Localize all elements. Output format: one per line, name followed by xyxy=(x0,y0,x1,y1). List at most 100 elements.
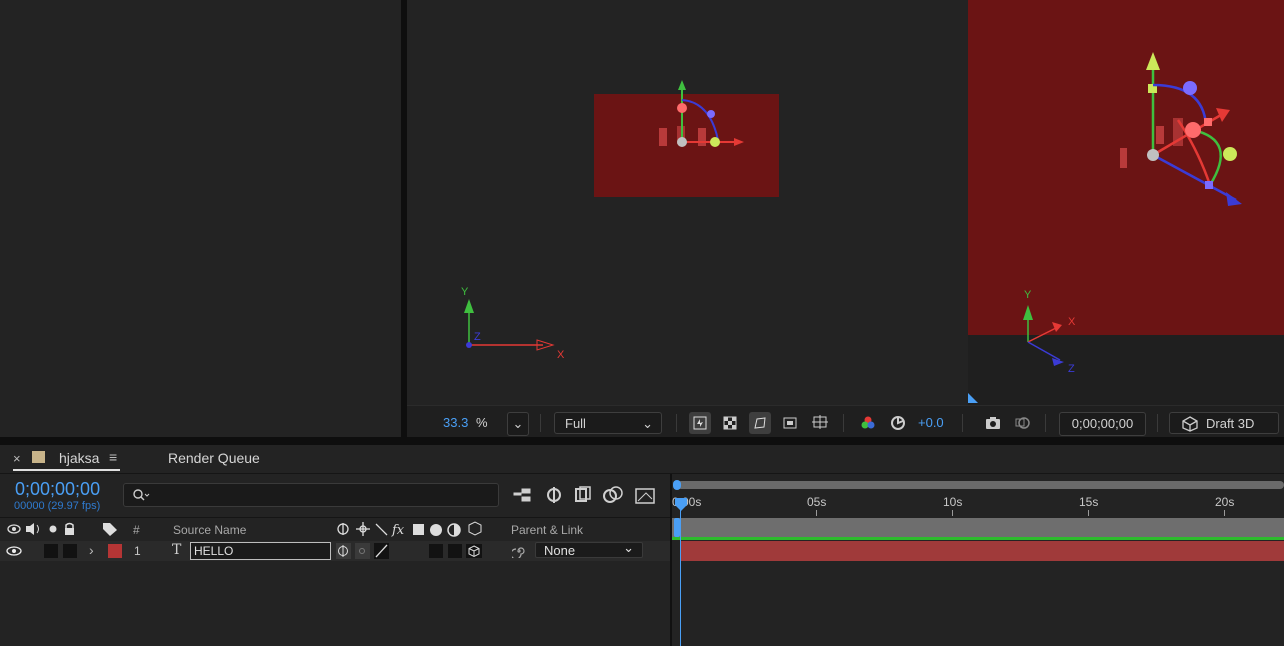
axis-z-label: Z xyxy=(474,331,481,343)
cache-indicator xyxy=(672,537,1284,540)
parent-dropdown[interactable]: None ⌄ xyxy=(535,540,643,558)
toolbar-separator xyxy=(962,414,963,432)
time-navigator[interactable] xyxy=(677,481,1284,489)
layer-row[interactable]: › 1 T HELLO None ⌄ xyxy=(0,540,670,561)
zoom-value[interactable]: 33.3 xyxy=(443,412,468,434)
transform-gizmo[interactable] xyxy=(650,78,750,158)
chevron-down-icon: ⌄ xyxy=(642,416,653,431)
resolution-dropdown[interactable]: Full ⌄ xyxy=(554,412,662,434)
time-ruler[interactable]: 0:00s 05s 10s 15s 20s xyxy=(672,491,1284,517)
search-icon xyxy=(133,489,150,501)
renderer-label: Draft 3D xyxy=(1206,416,1255,431)
ruler-tick xyxy=(1224,510,1225,516)
ruler-label: 10s xyxy=(943,495,963,509)
close-tab-icon[interactable]: × xyxy=(13,451,21,466)
av-switch-icons xyxy=(7,522,74,535)
column-source-name[interactable]: Source Name xyxy=(173,523,246,537)
chevron-down-icon: ⌄ xyxy=(623,540,634,555)
label-tag-icon xyxy=(103,523,117,536)
composition-icon xyxy=(32,451,45,463)
zoom-unit: % xyxy=(476,415,488,430)
composition-viewer-secondary[interactable]: Y X Z xyxy=(968,0,1284,405)
lock-switch[interactable] xyxy=(63,544,77,558)
transform-gizmo-closeup: Y X Z xyxy=(968,52,1242,403)
viewer-toolbar: 33.3 % ⌄ Full ⌄ +0.0 0;00;00;00 Draft 3D xyxy=(407,405,1284,438)
renderer-button[interactable]: Draft 3D xyxy=(1169,412,1279,434)
ruler-tick xyxy=(816,510,817,516)
pick-whip-icon[interactable] xyxy=(512,544,526,558)
solo-switch[interactable] xyxy=(44,544,58,558)
column-parent-link[interactable]: Parent & Link xyxy=(511,523,583,537)
resolution-label: Full xyxy=(565,416,586,431)
panel-divider-horizontal[interactable] xyxy=(0,437,1284,445)
region-of-interest-button[interactable] xyxy=(779,412,801,434)
column-number-header: # xyxy=(133,523,140,537)
layer-switches[interactable] xyxy=(336,543,392,559)
timeline-panel: × hjaksa ≡ Render Queue 0;00;00;00 00000… xyxy=(0,445,1284,646)
layer-label-color[interactable] xyxy=(108,544,122,558)
snapshot-button[interactable] xyxy=(982,412,1004,434)
toolbar-separator xyxy=(540,414,541,432)
tab-composition[interactable]: hjaksa xyxy=(59,450,99,466)
motion-blur-switch[interactable] xyxy=(448,544,462,558)
chevron-down-icon: ⌄ xyxy=(512,416,524,431)
tab-render-queue[interactable]: Render Queue xyxy=(168,450,260,466)
cube-3d-icon xyxy=(1182,416,1198,432)
current-time-display[interactable]: 0;00;00;00 xyxy=(1059,412,1146,436)
active-tab-underline xyxy=(13,469,120,471)
frame-info: 00000 (29.97 fps) xyxy=(14,500,101,512)
axis-z-label-r: Z xyxy=(1068,363,1075,375)
tab-menu-icon[interactable]: ≡ xyxy=(109,449,117,465)
ruler-tick xyxy=(1088,510,1089,516)
grid-guides-button[interactable] xyxy=(809,412,831,434)
ruler-label: 20s xyxy=(1215,495,1235,509)
region-icon xyxy=(783,417,797,429)
playhead-line xyxy=(680,505,681,646)
grid-icon xyxy=(812,415,828,429)
text-layer-type-icon: T xyxy=(172,542,182,558)
layer-name-field[interactable]: HELLO xyxy=(190,542,331,560)
show-snapshot-button[interactable] xyxy=(1012,412,1034,434)
axis-x-label: X xyxy=(557,349,565,361)
playhead-handle[interactable] xyxy=(674,497,688,513)
eye-icon[interactable] xyxy=(6,546,22,556)
toolbar-separator xyxy=(1045,414,1046,432)
fast-preview-icon xyxy=(693,416,707,430)
exposure-value[interactable]: +0.0 xyxy=(918,412,944,434)
world-axis-gizmo: Y Z X xyxy=(461,286,565,361)
transparency-grid-button[interactable] xyxy=(719,412,741,434)
current-time[interactable]: 0;00;00;00 xyxy=(15,479,100,500)
camera-icon xyxy=(986,417,1000,429)
layer-column-headers: # Source Name fx Parent & Link xyxy=(0,517,670,540)
mask-path-icon xyxy=(754,417,766,429)
time-navigator-start-handle[interactable] xyxy=(673,480,681,490)
tab-divider xyxy=(0,473,1284,474)
fast-previews-button[interactable] xyxy=(689,412,711,434)
expand-chevron-icon[interactable]: › xyxy=(89,542,94,558)
parent-value: None xyxy=(544,543,576,558)
layer-duration-bar[interactable] xyxy=(680,541,1284,561)
layer-number: 1 xyxy=(134,544,141,558)
toolbar-separator xyxy=(1157,414,1158,432)
timeline-switch-buttons xyxy=(513,486,655,504)
adjustment-switch[interactable] xyxy=(429,544,443,558)
svg-text:fx: fx xyxy=(391,523,405,537)
ruler-label: 05s xyxy=(807,495,827,509)
composition-viewer-active[interactable]: Y Z X xyxy=(407,0,968,405)
axis-x-label-r: X xyxy=(1068,316,1076,328)
ruler-tick xyxy=(952,510,953,516)
3d-layer-switch-icon[interactable] xyxy=(466,544,482,558)
project-panel xyxy=(0,0,401,437)
toolbar-separator xyxy=(676,414,677,432)
channel-button[interactable] xyxy=(857,412,879,434)
layer-search-input[interactable] xyxy=(123,483,499,507)
checkerboard-icon xyxy=(723,416,737,430)
switches-header-icons: fx xyxy=(337,521,482,537)
axis-y-label-r: Y xyxy=(1024,289,1032,301)
reset-exposure-button[interactable] xyxy=(887,412,909,434)
zoom-dropdown[interactable]: ⌄ xyxy=(507,412,529,436)
mask-visibility-button[interactable] xyxy=(749,412,771,434)
exposure-icon xyxy=(891,416,905,430)
work-area-bar[interactable] xyxy=(672,518,1284,537)
toolbar-separator xyxy=(843,414,844,432)
